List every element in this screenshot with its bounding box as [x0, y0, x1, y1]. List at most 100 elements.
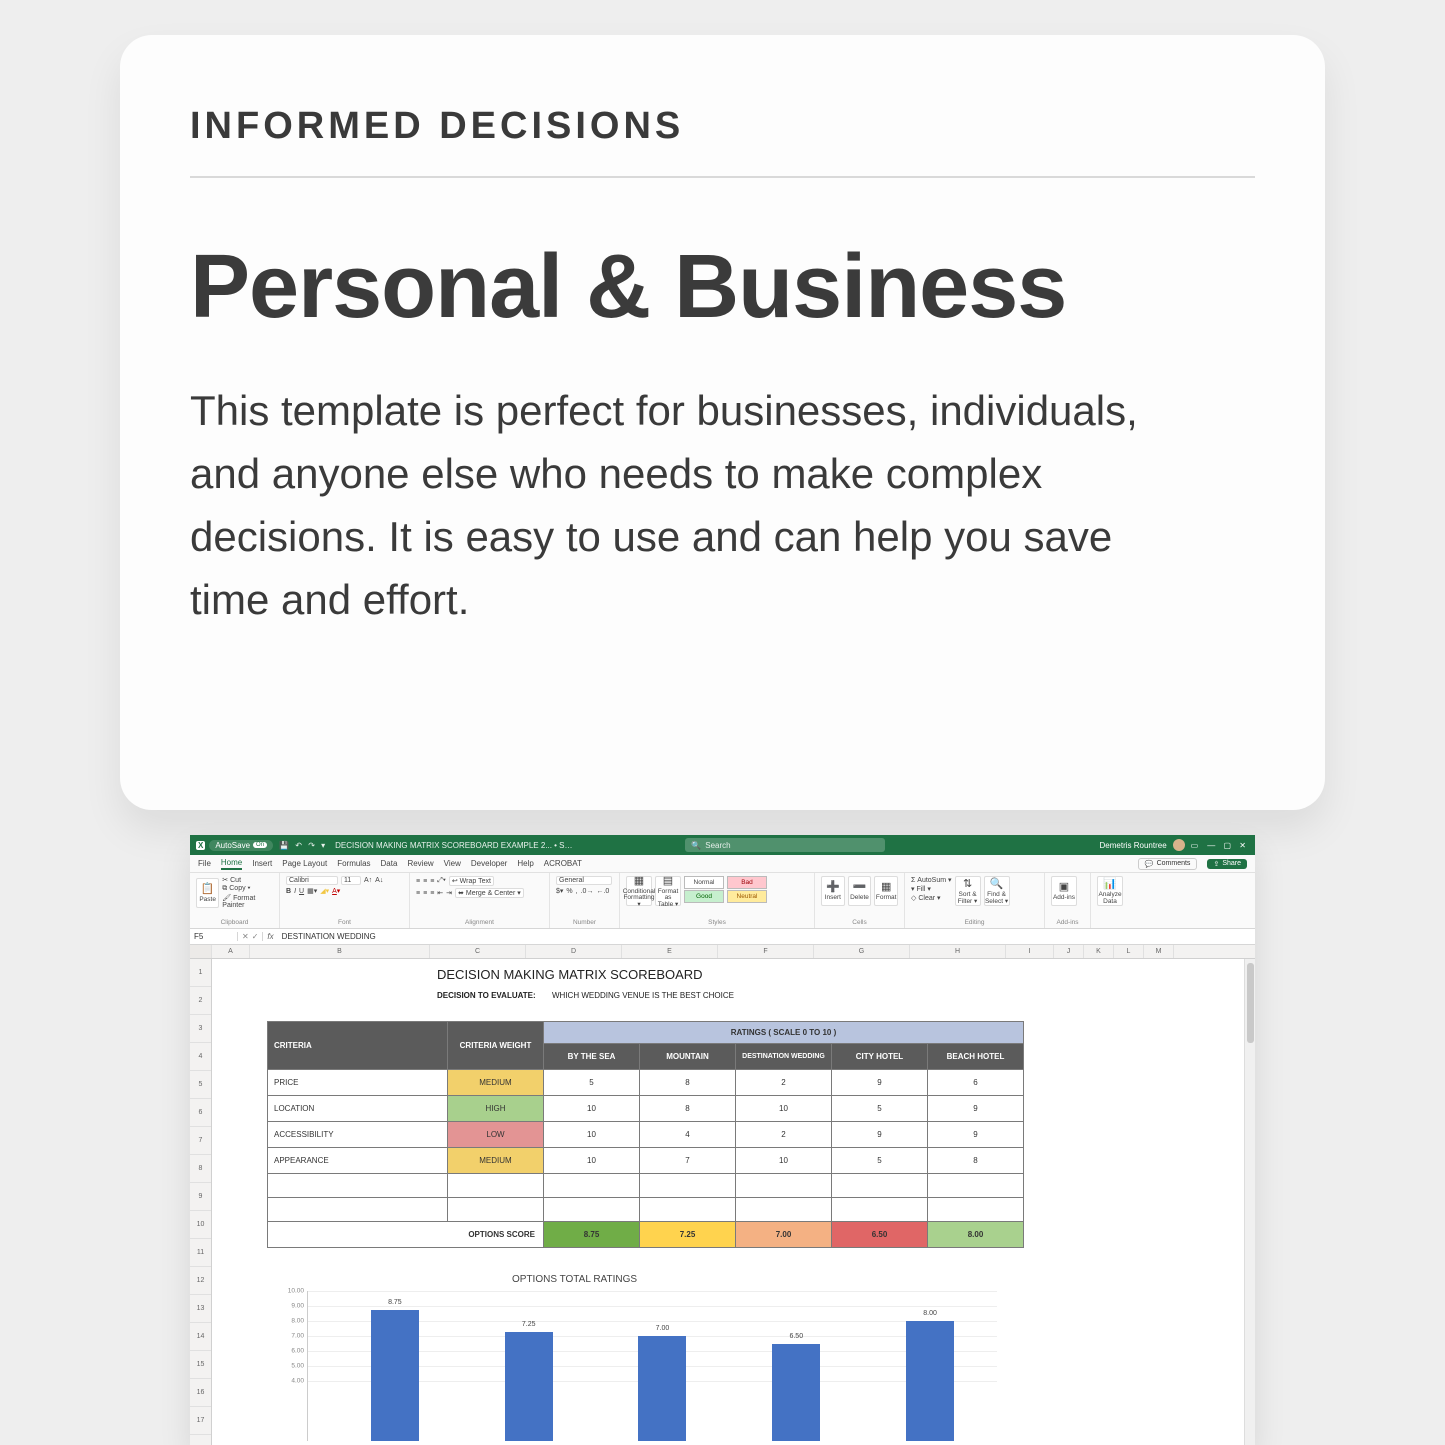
- undo-icon[interactable]: ↶: [295, 841, 302, 850]
- font-name-select[interactable]: Calibri: [286, 876, 338, 885]
- share-button[interactable]: ⇪ Share: [1207, 859, 1247, 869]
- redo-icon[interactable]: ↷: [308, 841, 315, 850]
- ribbon-tab-insert[interactable]: Insert: [252, 859, 272, 868]
- empty-cell[interactable]: [640, 1174, 736, 1198]
- row-header[interactable]: 11: [190, 1239, 211, 1267]
- empty-cell[interactable]: [640, 1198, 736, 1222]
- window-controls[interactable]: — ▢ ✕: [1204, 841, 1249, 850]
- number-format-select[interactable]: General: [556, 876, 612, 885]
- score-cell[interactable]: 7.00: [736, 1222, 832, 1248]
- search-input[interactable]: [705, 841, 879, 850]
- row-header[interactable]: 8: [190, 1155, 211, 1183]
- empty-cell[interactable]: [268, 1174, 448, 1198]
- cell-style-normal[interactable]: Normal: [684, 876, 724, 889]
- italic-button[interactable]: I: [294, 888, 296, 895]
- align-bot-icon[interactable]: ≡: [430, 878, 434, 885]
- minimize-icon[interactable]: —: [1207, 841, 1215, 850]
- table-row[interactable]: ACCESSIBILITYLOW104299: [268, 1122, 1024, 1148]
- column-header[interactable]: E: [622, 945, 718, 958]
- ribbon-display-icon[interactable]: ▭: [1191, 841, 1199, 850]
- row-header[interactable]: 6: [190, 1099, 211, 1127]
- analyze-data-button[interactable]: 📊Analyze Data: [1097, 876, 1123, 906]
- vertical-scrollbar[interactable]: [1244, 959, 1255, 1445]
- row-header[interactable]: 2: [190, 987, 211, 1015]
- empty-cell[interactable]: [832, 1174, 928, 1198]
- inc-decimal-icon[interactable]: .0→: [581, 888, 594, 895]
- criteria-weight[interactable]: MEDIUM: [448, 1148, 544, 1174]
- enter-icon[interactable]: ✓: [252, 932, 259, 941]
- column-header[interactable]: G: [814, 945, 910, 958]
- empty-cell[interactable]: [928, 1174, 1024, 1198]
- empty-cell[interactable]: [448, 1174, 544, 1198]
- column-header[interactable]: C: [430, 945, 526, 958]
- rating-cell[interactable]: 2: [736, 1070, 832, 1096]
- formula-icons[interactable]: ✕ ✓: [238, 932, 263, 941]
- cancel-icon[interactable]: ✕: [242, 932, 249, 941]
- column-header[interactable]: K: [1084, 945, 1114, 958]
- fx-icon[interactable]: fx: [263, 932, 277, 941]
- close-icon[interactable]: ✕: [1239, 841, 1246, 850]
- delete-cells-button[interactable]: ➖Delete: [848, 876, 872, 906]
- fill-button[interactable]: ▾ Fill ▾: [911, 885, 952, 893]
- font-color-button[interactable]: A▾: [332, 887, 340, 895]
- ribbon-tab-developer[interactable]: Developer: [471, 859, 507, 868]
- save-icon[interactable]: 💾: [279, 841, 289, 850]
- rating-cell[interactable]: 10: [736, 1096, 832, 1122]
- conditional-formatting-button[interactable]: ▦Conditional Formatting ▾: [626, 876, 652, 906]
- column-header[interactable]: F: [718, 945, 814, 958]
- table-row[interactable]: LOCATIONHIGH1081059: [268, 1096, 1024, 1122]
- find-select-button[interactable]: 🔍Find & Select ▾: [984, 876, 1010, 906]
- column-header[interactable]: H: [910, 945, 1006, 958]
- rating-cell[interactable]: 6: [928, 1070, 1024, 1096]
- score-cell[interactable]: 8.00: [928, 1222, 1024, 1248]
- row-header[interactable]: 17: [190, 1407, 211, 1435]
- criteria-name[interactable]: PRICE: [268, 1070, 448, 1096]
- score-cell[interactable]: 7.25: [640, 1222, 736, 1248]
- row-header[interactable]: 4: [190, 1043, 211, 1071]
- criteria-weight[interactable]: LOW: [448, 1122, 544, 1148]
- table-row[interactable]: [268, 1174, 1024, 1198]
- rating-cell[interactable]: 4: [640, 1122, 736, 1148]
- rating-cell[interactable]: 5: [544, 1070, 640, 1096]
- rating-cell[interactable]: 7: [640, 1148, 736, 1174]
- score-cell[interactable]: 6.50: [832, 1222, 928, 1248]
- row-header[interactable]: 10: [190, 1211, 211, 1239]
- insert-cells-button[interactable]: ➕Insert: [821, 876, 845, 906]
- empty-cell[interactable]: [736, 1174, 832, 1198]
- table-row[interactable]: APPEARANCEMEDIUM1071058: [268, 1148, 1024, 1174]
- score-row[interactable]: OPTIONS SCORE8.757.257.006.508.00: [268, 1222, 1024, 1248]
- row-header[interactable]: 5: [190, 1071, 211, 1099]
- currency-icon[interactable]: $▾: [556, 887, 563, 895]
- ribbon-tab-view[interactable]: View: [444, 859, 461, 868]
- row-header[interactable]: 15: [190, 1351, 211, 1379]
- rating-cell[interactable]: 9: [832, 1070, 928, 1096]
- avatar[interactable]: [1173, 839, 1185, 851]
- align-right-icon[interactable]: ≡: [430, 890, 434, 897]
- row-header[interactable]: 16: [190, 1379, 211, 1407]
- rating-cell[interactable]: 10: [544, 1148, 640, 1174]
- autosave-toggle[interactable]: AutoSave On: [209, 840, 273, 851]
- rating-cell[interactable]: 8: [928, 1148, 1024, 1174]
- bold-button[interactable]: B: [286, 888, 291, 895]
- qat-more-icon[interactable]: ▾: [321, 841, 325, 850]
- indent-dec-icon[interactable]: ⇤: [437, 889, 443, 897]
- border-button[interactable]: ▦▾: [307, 887, 317, 895]
- rating-cell[interactable]: 8: [640, 1096, 736, 1122]
- rating-cell[interactable]: 10: [736, 1148, 832, 1174]
- ribbon-tab-help[interactable]: Help: [517, 859, 533, 868]
- rating-cell[interactable]: 9: [928, 1122, 1024, 1148]
- row-header[interactable]: 1: [190, 959, 211, 987]
- qat-icons[interactable]: 💾 ↶ ↷ ▾: [277, 841, 327, 850]
- rating-cell[interactable]: 5: [832, 1148, 928, 1174]
- align-left-icon[interactable]: ≡: [416, 890, 420, 897]
- titlebar[interactable]: X AutoSave On 💾 ↶ ↷ ▾ DECISION MAKING MA…: [190, 835, 1255, 855]
- cut-button[interactable]: ✂ Cut: [222, 876, 273, 884]
- percent-icon[interactable]: %: [566, 888, 572, 895]
- row-headers[interactable]: 1234567891011121314151617: [190, 959, 212, 1445]
- align-center-icon[interactable]: ≡: [423, 890, 427, 897]
- search-box[interactable]: 🔍: [685, 838, 885, 852]
- formula-bar[interactable]: F5 ✕ ✓ fx DESTINATION WEDDING: [190, 929, 1255, 945]
- document-name[interactable]: DECISION MAKING MATRIX SCOREBOARD EXAMPL…: [335, 841, 575, 850]
- criteria-weight[interactable]: MEDIUM: [448, 1070, 544, 1096]
- merge-center-button[interactable]: ⬌ Merge & Center ▾: [455, 888, 524, 898]
